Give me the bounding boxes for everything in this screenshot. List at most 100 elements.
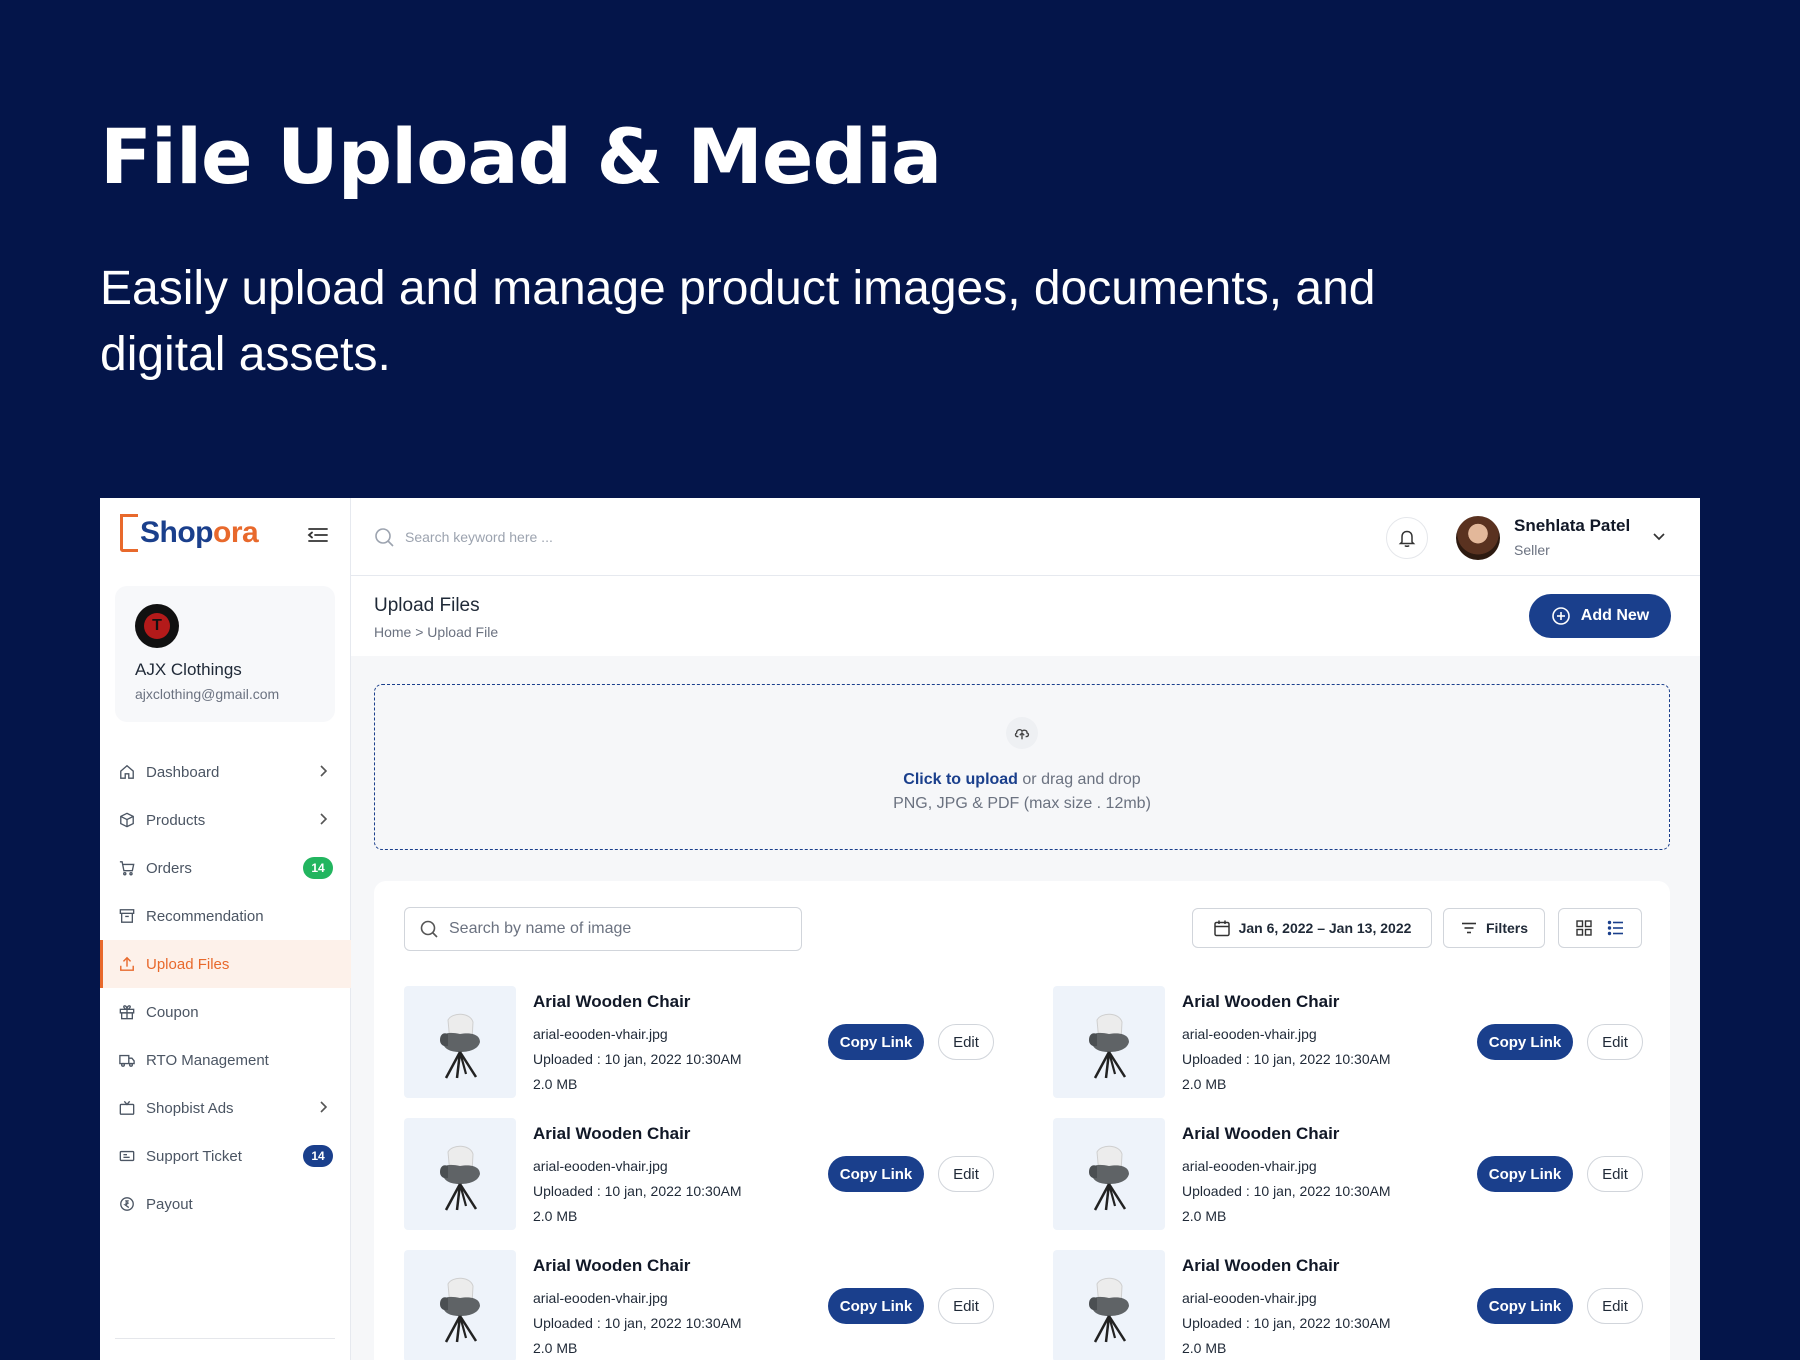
chevron-right-icon [315, 763, 331, 779]
sidebar-item-label: Recommendation [146, 907, 264, 925]
chair-thumbnail[interactable] [404, 1118, 516, 1230]
file-upload-date: Uploaded : 10 jan, 2022 10:30AM [1182, 1183, 1391, 1199]
file-name: arial-eooden-vhair.jpg [533, 1290, 668, 1306]
file-size: 2.0 MB [1182, 1340, 1227, 1356]
copy-link-button[interactable]: Copy Link [1477, 1156, 1573, 1192]
sidebar-item-label: Shopbist Ads [146, 1099, 234, 1117]
sidebar-item-dashboard[interactable]: Dashboard [100, 748, 351, 796]
logo[interactable]: Shopora [120, 514, 259, 552]
sidebar-item-label: Dashboard [146, 763, 220, 781]
page-title: Upload Files [374, 595, 480, 616]
file-name: arial-eooden-vhair.jpg [533, 1026, 668, 1042]
upload-dropzone[interactable]: Click to upload or drag and drop PNG, JP… [374, 684, 1670, 850]
sidebar-item-recommendation[interactable]: Recommendation [100, 892, 351, 940]
date-range-label: Jan 6, 2022 – Jan 13, 2022 [1238, 920, 1412, 936]
add-new-button[interactable]: Add New [1529, 594, 1671, 638]
store-profile-card[interactable]: T AJX Clothings ajxclothing@gmail.com [115, 586, 335, 722]
chair-thumbnail[interactable] [404, 1250, 516, 1360]
chevron-down-icon[interactable] [1651, 528, 1667, 544]
chair-thumbnail[interactable] [1053, 1118, 1165, 1230]
edit-button[interactable]: Edit [1587, 1024, 1643, 1060]
chair-thumbnail[interactable] [404, 986, 516, 1098]
list-view-icon[interactable] [1607, 919, 1625, 937]
file-size: 2.0 MB [533, 1340, 578, 1356]
global-search-input[interactable]: Search keyword here ... [373, 526, 553, 548]
sidebar-item-rto-management[interactable]: RTO Management [100, 1036, 351, 1084]
sidebar-item-shopbist-ads[interactable]: Shopbist Ads [100, 1084, 351, 1132]
image-search-placeholder: Search by name of image [449, 920, 632, 937]
sidebar-item-label: Support Ticket [146, 1147, 242, 1165]
topbar: Search keyword here ... Snehlata Patel S… [351, 498, 1700, 576]
calendar-icon [1213, 919, 1231, 937]
copy-link-button[interactable]: Copy Link [828, 1288, 924, 1324]
sidebar-divider [115, 1338, 335, 1339]
sidebar-item-label: Payout [146, 1195, 193, 1213]
sidebar-item-support-ticket[interactable]: Support Ticket 14 [100, 1132, 351, 1180]
sidebar-item-label: RTO Management [146, 1051, 269, 1069]
chevron-right-icon [315, 811, 331, 827]
chair-image-icon [1089, 1145, 1129, 1211]
chair-image-icon [440, 1013, 480, 1079]
file-upload-date: Uploaded : 10 jan, 2022 10:30AM [533, 1051, 742, 1067]
sidebar-item-upload-files[interactable]: Upload Files [100, 940, 351, 988]
image-search-input[interactable]: Search by name of image [404, 907, 802, 951]
user-avatar[interactable] [1456, 516, 1500, 560]
logo-text-part1: Shop [140, 516, 214, 549]
chair-thumbnail[interactable] [1053, 1250, 1165, 1360]
sidebar: Shopora T AJX Clothings ajxclothing@gmai… [100, 498, 351, 1360]
user-role: Seller [1514, 542, 1550, 558]
sidebar-item-coupon[interactable]: Coupon [100, 988, 351, 1036]
file-upload-date: Uploaded : 10 jan, 2022 10:30AM [533, 1315, 742, 1331]
menu-collapse-icon[interactable] [307, 526, 329, 544]
date-range-picker[interactable]: Jan 6, 2022 – Jan 13, 2022 [1192, 908, 1432, 948]
file-upload-date: Uploaded : 10 jan, 2022 10:30AM [1182, 1315, 1391, 1331]
hero-title: File Upload & Media [100, 112, 942, 201]
file-size: 2.0 MB [533, 1076, 578, 1092]
sidebar-item-label: Orders [146, 859, 192, 877]
copy-link-button[interactable]: Copy Link [828, 1024, 924, 1060]
chair-thumbnail[interactable] [1053, 986, 1165, 1098]
global-search-placeholder: Search keyword here ... [405, 529, 553, 545]
page-header: Upload Files Home > Upload File Add New [351, 576, 1700, 656]
logo-text: Shopora [140, 516, 259, 550]
click-to-upload-link[interactable]: Click to upload [903, 771, 1018, 788]
upload-instructions: Click to upload or drag and drop [375, 771, 1669, 789]
notification-bell-icon[interactable] [1386, 517, 1428, 559]
file-card: Arial Wooden Chair arial-eooden-vhair.jp… [1053, 986, 1643, 1098]
edit-button[interactable]: Edit [938, 1288, 994, 1324]
gift-icon [118, 1003, 136, 1021]
store-email: ajxclothing@gmail.com [135, 686, 280, 702]
user-name[interactable]: Snehlata Patel [1514, 516, 1630, 536]
file-title: Arial Wooden Chair [533, 1256, 691, 1275]
copy-link-button[interactable]: Copy Link [828, 1156, 924, 1192]
coin-icon [118, 1195, 136, 1213]
edit-button[interactable]: Edit [1587, 1156, 1643, 1192]
files-panel: Search by name of image Jan 6, 2022 – Ja… [374, 881, 1670, 1360]
filter-icon [1460, 919, 1478, 937]
orders-count-badge: 14 [303, 857, 333, 879]
sidebar-item-label: Upload Files [146, 955, 230, 973]
sidebar-item-payout[interactable]: Payout [100, 1180, 351, 1228]
file-title: Arial Wooden Chair [533, 1124, 691, 1143]
search-icon [373, 526, 395, 548]
file-card: Arial Wooden Chair arial-eooden-vhair.jp… [404, 1250, 994, 1360]
copy-link-button[interactable]: Copy Link [1477, 1024, 1573, 1060]
breadcrumb[interactable]: Home > Upload File [374, 624, 498, 640]
chair-image-icon [440, 1277, 480, 1343]
support-count-badge: 14 [303, 1145, 333, 1167]
grid-view-icon[interactable] [1575, 919, 1593, 937]
chevron-right-icon [315, 1099, 331, 1115]
edit-button[interactable]: Edit [938, 1024, 994, 1060]
plus-circle-icon [1551, 606, 1571, 626]
edit-button[interactable]: Edit [1587, 1288, 1643, 1324]
sidebar-item-products[interactable]: Products [100, 796, 351, 844]
tv-icon [118, 1099, 136, 1117]
filters-button[interactable]: Filters [1443, 908, 1545, 948]
file-title: Arial Wooden Chair [1182, 1256, 1340, 1275]
copy-link-button[interactable]: Copy Link [1477, 1288, 1573, 1324]
sidebar-item-orders[interactable]: Orders 14 [100, 844, 351, 892]
file-card: Arial Wooden Chair arial-eooden-vhair.jp… [404, 1118, 994, 1230]
store-avatar: T [135, 604, 179, 648]
edit-button[interactable]: Edit [938, 1156, 994, 1192]
app-window: Shopora T AJX Clothings ajxclothing@gmai… [100, 498, 1700, 1360]
